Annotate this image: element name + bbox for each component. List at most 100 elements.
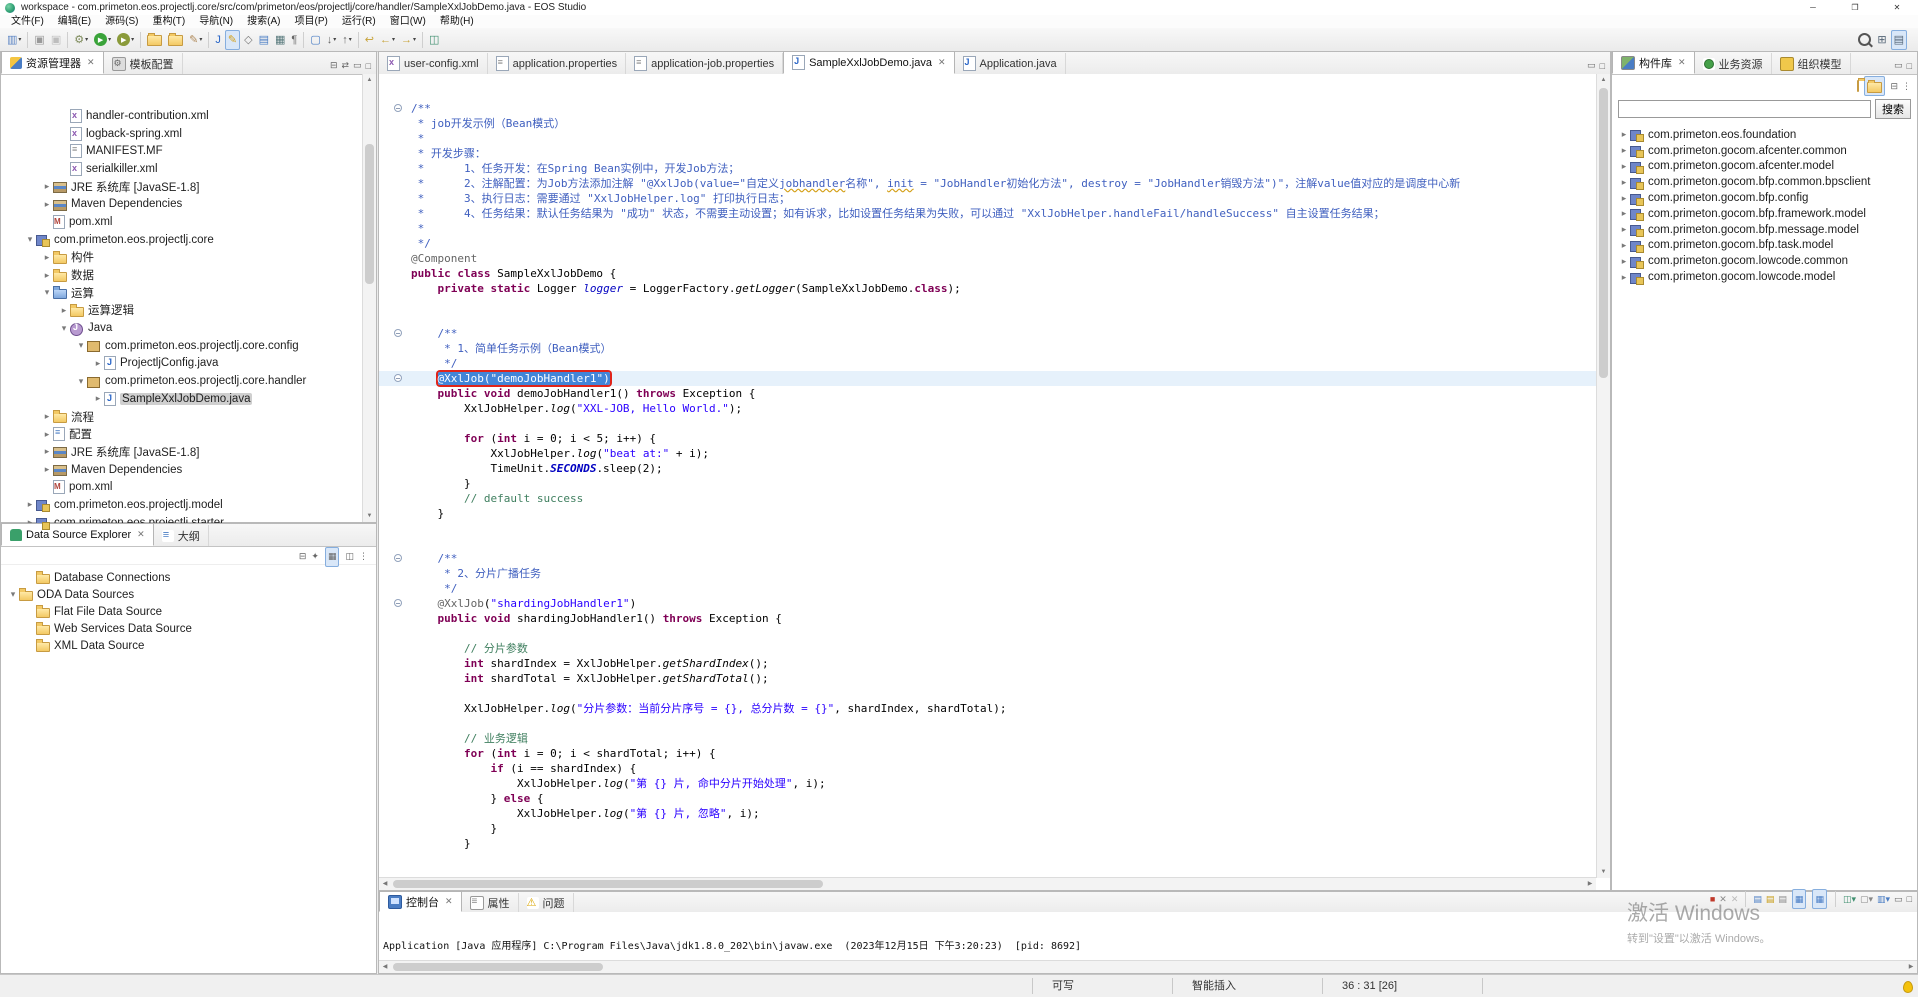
stack-view-button[interactable] — [1857, 81, 1859, 91]
tree-item[interactable]: ▸com.primeton.gocom.lowcode.common — [1612, 253, 1917, 269]
close-tab-icon[interactable]: ✕ — [445, 896, 453, 907]
tree-item[interactable]: ▸com.primeton.gocom.lowcode.model — [1612, 269, 1917, 285]
minimize-panel-button[interactable]: ▭ — [1894, 60, 1903, 71]
fold-marker-icon[interactable]: − — [394, 554, 402, 562]
tree-item[interactable]: ▸com.primeton.eos.projectlj.model — [1, 496, 376, 514]
scroll-lock-button[interactable]: ▤ — [1766, 894, 1775, 905]
tree-item[interactable]: ▾com.primeton.eos.projectlj.core.config — [1, 337, 376, 355]
tree-item[interactable]: ▸JRE 系统库 [JavaSE-1.8] — [1, 443, 376, 461]
save-button[interactable]: ▣ — [32, 31, 46, 49]
maximize-panel-button[interactable]: □ — [1907, 894, 1912, 904]
close-tab-icon[interactable]: ✕ — [87, 57, 95, 68]
chevron-collapsed-icon[interactable]: ▸ — [41, 446, 53, 457]
scroll-thumb[interactable] — [393, 963, 603, 971]
menu-e-item[interactable]: 编辑(E) — [51, 15, 98, 28]
show-view-button[interactable]: ▦ — [273, 31, 287, 49]
tree-item[interactable]: ▸com.primeton.gocom.bfp.framework.model — [1612, 206, 1917, 222]
status-notification-icon[interactable] — [1903, 981, 1913, 993]
chevron-collapsed-icon[interactable]: ▸ — [41, 270, 53, 281]
scroll-right-icon[interactable]: ▶ — [1584, 878, 1596, 890]
tree-item[interactable]: ▸com.primeton.gocom.afcenter.common — [1612, 143, 1917, 159]
chevron-collapsed-icon[interactable]: ▸ — [1618, 224, 1630, 235]
import-button[interactable] — [166, 31, 185, 49]
last-edit-location-button[interactable]: ↩ — [363, 31, 376, 49]
build-button[interactable]: ⚙▾ — [72, 31, 90, 49]
tree-item[interactable]: pom.xml — [1, 478, 376, 496]
close-tab-icon[interactable]: ✕ — [137, 529, 145, 540]
collapse-all-button[interactable]: ⊟ — [299, 551, 307, 562]
chevron-expanded-icon[interactable]: ▾ — [24, 234, 36, 245]
chevron-collapsed-icon[interactable]: ▸ — [1618, 208, 1630, 219]
tab-SampleXxlJobDemo-java[interactable]: SampleXxlJobDemo.java✕ — [783, 51, 954, 74]
pin-editor-button[interactable]: ◫ — [427, 31, 441, 49]
tree-item[interactable]: ▸com.primeton.gocom.bfp.message.model — [1612, 222, 1917, 238]
tree-item[interactable]: pom.xml — [1, 213, 376, 231]
chevron-collapsed-icon[interactable]: ▸ — [41, 411, 53, 422]
minimize-panel-button[interactable]: ▭ — [1894, 894, 1903, 905]
next-annotation-button[interactable]: ↓▾ — [325, 31, 339, 49]
tree-item[interactable]: ▸配置 — [1, 425, 376, 443]
tree-item[interactable]: ▸运算逻辑 — [1, 302, 376, 320]
tab-属性[interactable]: 属性 — [462, 893, 519, 912]
minimize-button[interactable]: ─ — [1792, 0, 1834, 15]
chevron-collapsed-icon[interactable]: ▸ — [41, 429, 53, 440]
scroll-thumb[interactable] — [393, 880, 823, 888]
chevron-collapsed-icon[interactable]: ▸ — [41, 199, 53, 210]
open-resource-button[interactable] — [145, 31, 164, 49]
view-menu-button[interactable]: ⋮ — [359, 551, 368, 562]
open-console-button[interactable]: ◫▾ — [1843, 894, 1856, 905]
tree-item[interactable]: ▸com.primeton.eos.foundation — [1612, 127, 1917, 143]
tab-Data-Source-Explorer[interactable]: Data Source Explorer✕ — [1, 523, 154, 546]
show-whitespace-toggle[interactable]: ¶ — [289, 31, 299, 49]
tree-item[interactable]: ▾com.primeton.eos.projectlj.core.handler — [1, 372, 376, 390]
terminate-button[interactable]: ■ — [1710, 894, 1715, 904]
chevron-expanded-icon[interactable]: ▾ — [58, 323, 70, 334]
tab-模板配置[interactable]: 模板配置 — [104, 53, 183, 74]
menu-t-item[interactable]: 重构(T) — [145, 15, 192, 28]
prev-annotation-button[interactable]: ↑▾ — [340, 31, 354, 49]
chevron-collapsed-icon[interactable]: ▸ — [1618, 161, 1630, 172]
tree-item[interactable]: XML Data Source — [1, 637, 376, 654]
filter-button[interactable]: ✦ — [311, 551, 319, 562]
toolbar-separator[interactable] — [1835, 891, 1836, 907]
tab-业务资源[interactable]: 业务资源 — [1695, 53, 1772, 74]
scroll-thumb[interactable] — [1599, 88, 1608, 378]
pin-console-toggle[interactable]: ▦ — [1792, 889, 1807, 909]
maximize-panel-button[interactable]: □ — [1907, 61, 1912, 71]
save-all-button[interactable]: ▣ — [49, 31, 63, 49]
close-tab-icon[interactable]: ✕ — [1678, 57, 1686, 68]
tree-item[interactable]: ▾com.primeton.eos.projectlj.core — [1, 231, 376, 249]
collapse-all-button[interactable]: ⊟ — [1890, 81, 1898, 92]
remove-all-launches-button[interactable]: ✕ — [1731, 894, 1739, 905]
scroll-down-icon[interactable]: ▼ — [363, 510, 376, 522]
close-button[interactable]: ✕ — [1876, 0, 1918, 15]
chevron-expanded-icon[interactable]: ▾ — [75, 376, 87, 387]
chevron-collapsed-icon[interactable]: ▸ — [41, 464, 53, 475]
tree-item[interactable]: ▸ProjectljConfig.java — [1, 355, 376, 373]
chevron-collapsed-icon[interactable]: ▸ — [92, 393, 104, 404]
scroll-up-icon[interactable]: ▲ — [363, 74, 376, 86]
tab-application-properties[interactable]: application.properties — [488, 53, 627, 74]
word-wrap-button[interactable]: ▤ — [1778, 894, 1787, 905]
menu-r-item[interactable]: 运行(R) — [335, 15, 383, 28]
tree-item[interactable]: handler-contribution.xml — [1, 107, 376, 125]
toolbar-separator[interactable] — [1745, 891, 1746, 907]
folder-view-toggle[interactable] — [1864, 76, 1885, 96]
tab-控制台[interactable]: 控制台✕ — [379, 891, 462, 912]
tree-item[interactable]: ▸构件 — [1, 249, 376, 267]
tree-item[interactable]: ▸com.primeton.gocom.bfp.config — [1612, 190, 1917, 206]
tab-问题[interactable]: 问题 — [519, 893, 574, 912]
fold-marker-icon[interactable]: − — [394, 104, 402, 112]
scroll-left-icon[interactable]: ◀ — [379, 961, 391, 973]
minimize-panel-button[interactable]: ▭ — [353, 60, 362, 71]
menu-h-item[interactable]: 帮助(H) — [433, 15, 481, 28]
open-type-button[interactable]: ◇ — [242, 31, 254, 49]
tab-Application-java[interactable]: Application.java — [955, 53, 1066, 74]
maximize-button[interactable]: ❐ — [1834, 0, 1876, 15]
maximize-panel-button[interactable]: □ — [366, 61, 371, 71]
remove-launch-button[interactable]: ✕ — [1719, 894, 1727, 905]
console-output[interactable]: Application [Java 应用程序] C:\Program Files… — [379, 912, 1917, 961]
tab-组织模型[interactable]: 组织模型 — [1772, 53, 1851, 74]
tree-item[interactable]: ▸数据 — [1, 266, 376, 284]
tab-application-job-properties[interactable]: application-job.properties — [626, 53, 783, 74]
